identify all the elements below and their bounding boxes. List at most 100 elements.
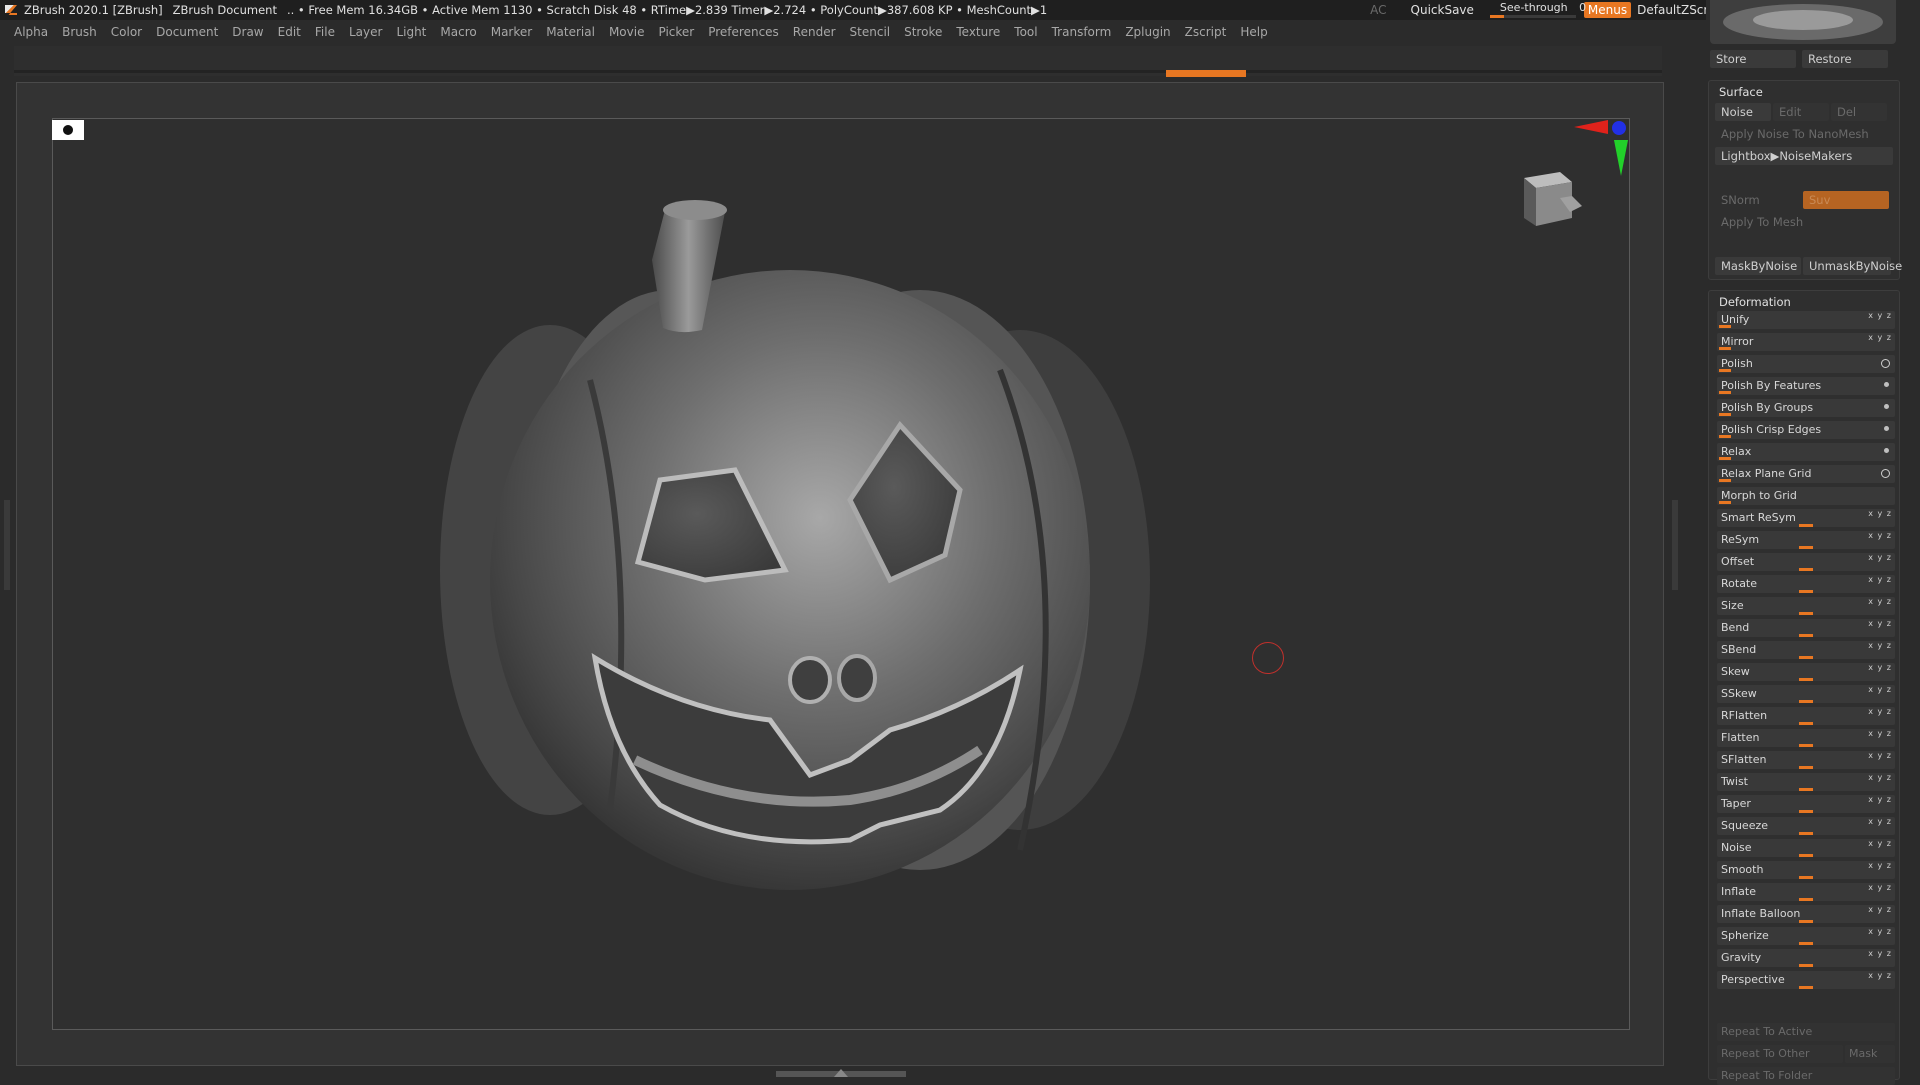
deform-squeeze-slider-indicator[interactable] [1799, 832, 1813, 835]
deform-skew[interactable]: Skew x y z [1717, 663, 1895, 681]
menu-document[interactable]: Document [156, 25, 218, 39]
deform-offset[interactable]: Offset x y z [1717, 553, 1895, 571]
deform-polish-by-features-slider-indicator[interactable] [1719, 391, 1731, 394]
deform-morph-to-grid-slider-indicator[interactable] [1719, 501, 1731, 504]
deform-size[interactable]: Size x y z [1717, 597, 1895, 615]
deform-twist[interactable]: Twist x y z [1717, 773, 1895, 791]
menu-zplugin[interactable]: Zplugin [1125, 25, 1170, 39]
deform-smooth-axes-toggle[interactable]: x y z [1868, 861, 1892, 870]
deform-sskew-axes-toggle[interactable]: x y z [1868, 685, 1892, 694]
deform-squeeze-axes-toggle[interactable]: x y z [1868, 817, 1892, 826]
deform-morph-to-grid[interactable]: Morph to Grid [1717, 487, 1895, 505]
menu-help[interactable]: Help [1240, 25, 1267, 39]
deform-resym-slider-indicator[interactable] [1799, 546, 1813, 549]
deform-skew-slider-indicator[interactable] [1799, 678, 1813, 681]
snorm-slider[interactable]: SNorm [1715, 191, 1801, 209]
deform-mirror[interactable]: Mirror x y z [1717, 333, 1895, 351]
deform-polish-by-features-toggle-icon[interactable] [1884, 382, 1889, 387]
menu-transform[interactable]: Transform [1052, 25, 1112, 39]
deform-noise[interactable]: Noise x y z [1717, 839, 1895, 857]
deform-rotate-slider-indicator[interactable] [1799, 590, 1813, 593]
menu-movie[interactable]: Movie [609, 25, 645, 39]
deform-rotate[interactable]: Rotate x y z [1717, 575, 1895, 593]
deform-sbend-slider-indicator[interactable] [1799, 656, 1813, 659]
deform-perspective-slider-indicator[interactable] [1799, 986, 1813, 989]
menu-file[interactable]: File [315, 25, 335, 39]
menu-material[interactable]: Material [546, 25, 595, 39]
menu-marker[interactable]: Marker [491, 25, 532, 39]
deform-polish-by-groups[interactable]: Polish By Groups [1717, 399, 1895, 417]
apply-to-mesh-button[interactable]: Apply To Mesh [1715, 213, 1893, 231]
left-tray-handle[interactable] [4, 500, 10, 590]
deform-inflate-slider-indicator[interactable] [1799, 898, 1813, 901]
menus-toggle-button[interactable]: Menus [1583, 2, 1632, 18]
deform-squeeze[interactable]: Squeeze x y z [1717, 817, 1895, 835]
menu-stroke[interactable]: Stroke [904, 25, 942, 39]
deform-flatten-slider-indicator[interactable] [1799, 744, 1813, 747]
mask-by-noise-button[interactable]: MaskByNoise [1715, 257, 1801, 275]
deform-rflatten-axes-toggle[interactable]: x y z [1868, 707, 1892, 716]
menu-light[interactable]: Light [396, 25, 426, 39]
deform-sbend[interactable]: SBend x y z [1717, 641, 1895, 659]
deform-rotate-axes-toggle[interactable]: x y z [1868, 575, 1892, 584]
perspective-camera-icon[interactable] [52, 120, 84, 140]
deform-spherize-axes-toggle[interactable]: x y z [1868, 927, 1892, 936]
deform-rflatten[interactable]: RFlatten x y z [1717, 707, 1895, 725]
suv-button[interactable]: Suv [1803, 191, 1889, 209]
deform-relax-plane-grid-slider-indicator[interactable] [1719, 479, 1731, 482]
deform-polish-by-groups-toggle-icon[interactable] [1884, 404, 1889, 409]
deform-relax-plane-grid[interactable]: Relax Plane Grid [1717, 465, 1895, 483]
unmask-by-noise-button[interactable]: UnmaskByNoise [1803, 257, 1902, 275]
menu-edit[interactable]: Edit [278, 25, 301, 39]
menu-zscript[interactable]: Zscript [1185, 25, 1227, 39]
deform-inflate-axes-toggle[interactable]: x y z [1868, 883, 1892, 892]
deform-resym[interactable]: ReSym x y z [1717, 531, 1895, 549]
ac-button[interactable]: AC [1370, 3, 1386, 17]
deform-relax-toggle-icon[interactable] [1884, 448, 1889, 453]
deform-relax[interactable]: Relax [1717, 443, 1895, 461]
deform-unify[interactable]: Unify x y z [1717, 311, 1895, 329]
menu-picker[interactable]: Picker [658, 25, 694, 39]
deform-polish-slider-indicator[interactable] [1719, 369, 1731, 372]
deformation-title[interactable]: Deformation [1719, 295, 1791, 309]
deform-spherize-slider-indicator[interactable] [1799, 942, 1813, 945]
deform-polish-by-features[interactable]: Polish By Features [1717, 377, 1895, 395]
deform-unify-slider-indicator[interactable] [1719, 325, 1731, 328]
deform-flatten[interactable]: Flatten x y z [1717, 729, 1895, 747]
bottom-tray-handle[interactable] [776, 1071, 906, 1077]
menu-color[interactable]: Color [111, 25, 142, 39]
deform-inflate-balloon-slider-indicator[interactable] [1799, 920, 1813, 923]
navigation-cube-icon[interactable] [1520, 168, 1584, 228]
deform-skew-axes-toggle[interactable]: x y z [1868, 663, 1892, 672]
deform-polish-crisp-edges-toggle-icon[interactable] [1884, 426, 1889, 431]
apply-noise-nanomesh-button[interactable]: Apply Noise To NanoMesh [1715, 125, 1893, 143]
restore-button[interactable]: Restore [1802, 50, 1888, 68]
menu-tool[interactable]: Tool [1014, 25, 1037, 39]
deform-smart-resym-slider-indicator[interactable] [1799, 524, 1813, 527]
menu-texture[interactable]: Texture [956, 25, 1000, 39]
menu-macro[interactable]: Macro [440, 25, 476, 39]
deform-noise-slider-indicator[interactable] [1799, 854, 1813, 857]
deform-inflate[interactable]: Inflate x y z [1717, 883, 1895, 901]
menu-layer[interactable]: Layer [349, 25, 382, 39]
deform-sflatten-slider-indicator[interactable] [1799, 766, 1813, 769]
deform-gravity-axes-toggle[interactable]: x y z [1868, 949, 1892, 958]
noise-del-button[interactable]: Del [1831, 103, 1887, 121]
menu-preferences[interactable]: Preferences [708, 25, 779, 39]
see-through-slider[interactable]: See-through 0 [1488, 1, 1586, 19]
deform-resym-axes-toggle[interactable]: x y z [1868, 531, 1892, 540]
deform-flatten-axes-toggle[interactable]: x y z [1868, 729, 1892, 738]
deform-smooth[interactable]: Smooth x y z [1717, 861, 1895, 879]
deform-relax-slider-indicator[interactable] [1719, 457, 1731, 460]
deform-relax-plane-grid-toggle-icon[interactable] [1881, 469, 1890, 478]
deform-inflate-balloon-axes-toggle[interactable]: x y z [1868, 905, 1892, 914]
deform-bend-axes-toggle[interactable]: x y z [1868, 619, 1892, 628]
deform-smooth-slider-indicator[interactable] [1799, 876, 1813, 879]
surface-title[interactable]: Surface [1719, 85, 1763, 99]
deform-sflatten-axes-toggle[interactable]: x y z [1868, 751, 1892, 760]
deform-polish-crisp-edges-slider-indicator[interactable] [1719, 435, 1731, 438]
deform-inflate-balloon[interactable]: Inflate Balloon x y z [1717, 905, 1895, 923]
noise-edit-button[interactable]: Edit [1773, 103, 1829, 121]
deform-bend[interactable]: Bend x y z [1717, 619, 1895, 637]
deform-polish[interactable]: Polish [1717, 355, 1895, 373]
